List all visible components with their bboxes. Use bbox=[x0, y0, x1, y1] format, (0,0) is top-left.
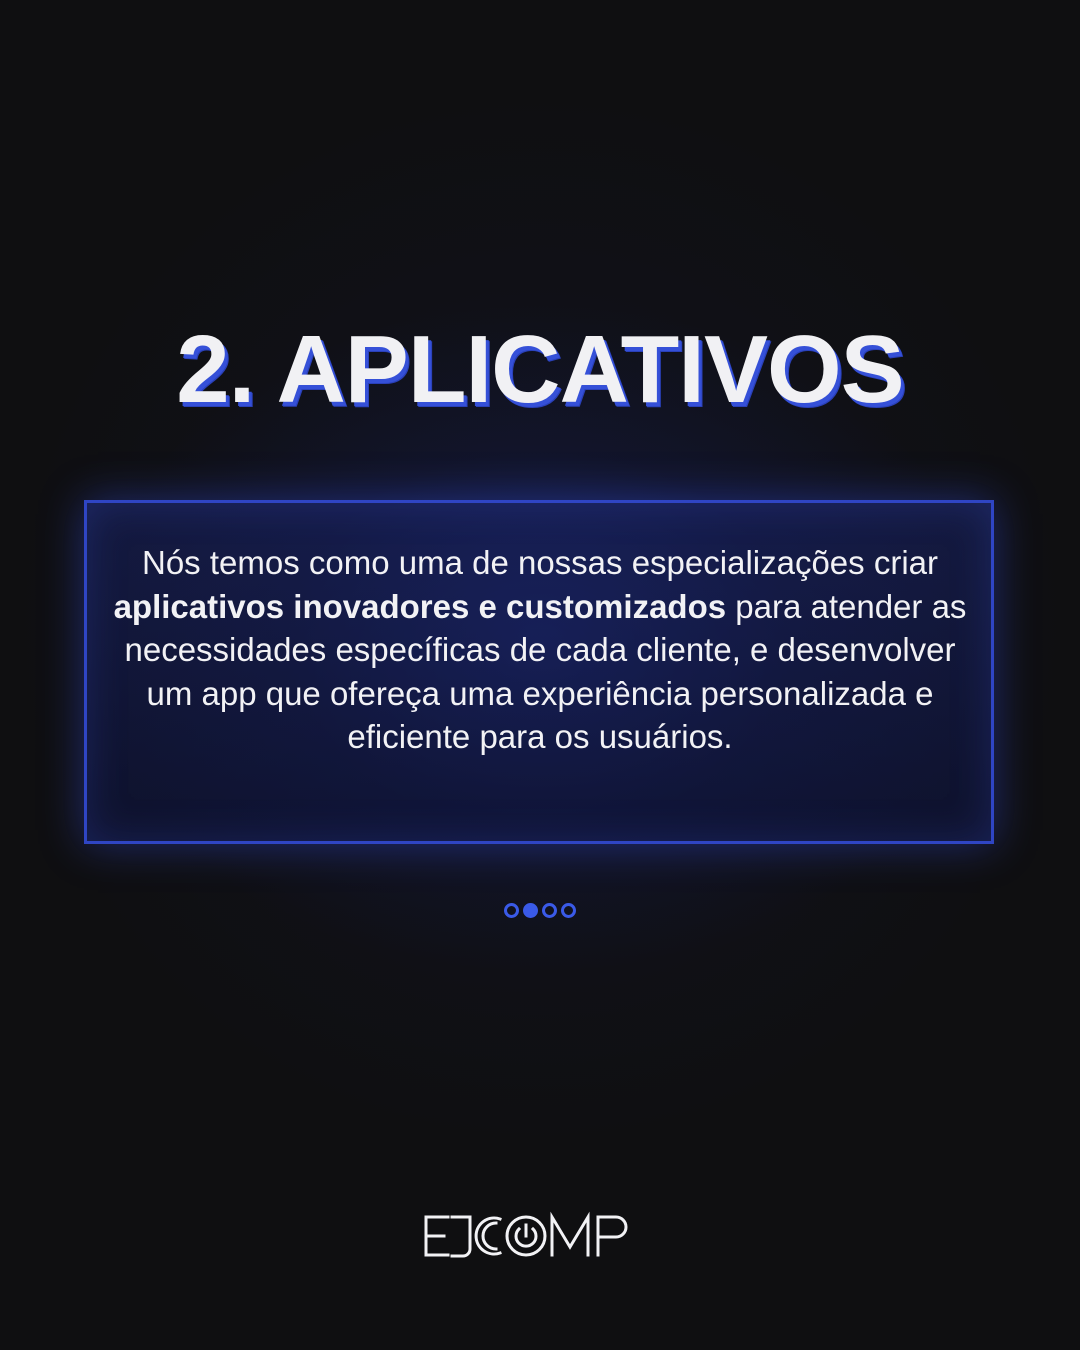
description-text: Nós temos como uma de nossas especializa… bbox=[110, 541, 970, 759]
pagination-dots bbox=[0, 903, 1080, 918]
page-title: 2. APLICATIVOS bbox=[176, 316, 904, 423]
description-text-part1: Nós temos como uma de nossas especializa… bbox=[141, 544, 938, 581]
ejcomp-logo bbox=[0, 1205, 1080, 1265]
pagination-dot bbox=[561, 903, 576, 918]
description-text-bold: aplicativos inovadores e customizados bbox=[113, 587, 727, 625]
pagination-dot-active bbox=[523, 903, 538, 918]
ejcomp-logo-mark bbox=[424, 1211, 628, 1258]
pagination-dot bbox=[504, 903, 519, 918]
pagination-dot bbox=[542, 903, 557, 918]
